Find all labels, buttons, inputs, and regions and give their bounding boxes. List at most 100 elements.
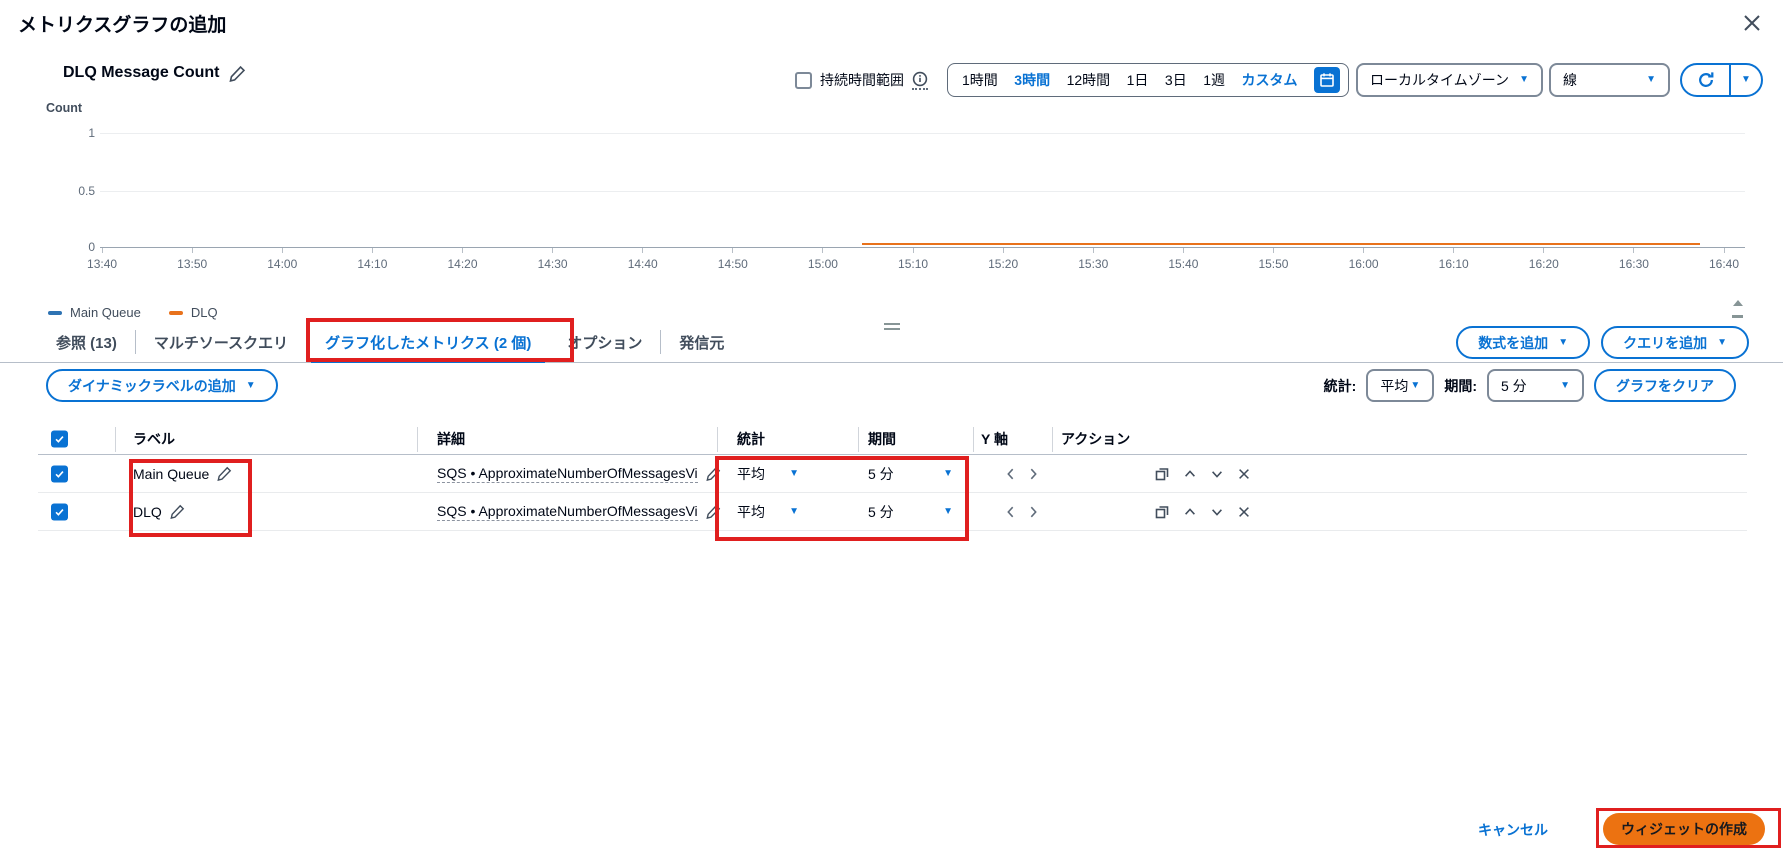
edit-details-icon[interactable] xyxy=(706,466,721,481)
row-statistic-select[interactable]: 平均 ▼ xyxy=(737,464,799,484)
period-label: 期間: xyxy=(1444,377,1477,394)
legend-label: DLQ xyxy=(190,305,218,320)
tab-graphed-metrics[interactable]: グラフ化したメトリクス (2 個) xyxy=(307,322,549,363)
caret-down-icon: ▼ xyxy=(245,379,256,391)
edit-graph-title-icon[interactable] xyxy=(229,65,246,82)
metrics-chart: Count 1 0.5 0 13:40 13:50 14:00 14:10 14:20 1… xyxy=(0,96,1783,286)
remove-icon[interactable] xyxy=(1237,505,1251,519)
legend-swatch-orange xyxy=(168,310,183,315)
y-tick-label: 0.5 xyxy=(78,184,95,198)
caret-down-icon: ▼ xyxy=(789,467,799,479)
tab-browse[interactable]: 参照 (13) xyxy=(38,322,135,362)
column-divider xyxy=(115,427,116,452)
query-actions: 数式を追加 ▼ クエリを追加 ▼ xyxy=(1456,326,1749,359)
add-dynamic-label-button[interactable]: ダイナミックラベルの追加 ▼ xyxy=(46,369,278,402)
graph-title: DLQ Message Count xyxy=(63,64,220,81)
row-period-select[interactable]: 5 分 ▼ xyxy=(868,464,953,484)
create-widget-button[interactable]: ウィジェットの作成 xyxy=(1603,813,1765,845)
legend-item-main-queue[interactable]: Main Queue xyxy=(48,305,141,320)
column-divider xyxy=(417,427,418,452)
caret-down-icon: ▼ xyxy=(1410,379,1421,391)
move-down-icon[interactable] xyxy=(1210,467,1224,481)
row-actions xyxy=(1154,466,1251,482)
move-down-icon[interactable] xyxy=(1210,505,1224,519)
col-header-details: 詳細 xyxy=(437,431,465,447)
add-metrics-graph-modal: メトリクスグラフの追加 DLQ Message Count 持続時間範囲 1時間… xyxy=(0,0,1783,849)
tab-source[interactable]: 発信元 xyxy=(661,322,742,362)
column-divider xyxy=(973,427,974,452)
y-axis-right-icon[interactable] xyxy=(1027,505,1040,519)
time-range-segmented-control: 1時間 3時間 12時間 1日 3日 1週 カスタム xyxy=(947,63,1349,97)
time-range-custom[interactable]: カスタム xyxy=(1241,70,1297,90)
time-range-1d[interactable]: 1日 xyxy=(1127,70,1149,90)
metric-details-text[interactable]: SQS • ApproximateNumberOfMessagesVi xyxy=(437,465,698,483)
duplicate-icon[interactable] xyxy=(1154,504,1170,520)
duplicate-icon[interactable] xyxy=(1154,466,1170,482)
move-up-icon[interactable] xyxy=(1183,467,1197,481)
gridline xyxy=(100,133,1745,134)
calendar-icon[interactable] xyxy=(1313,67,1340,93)
time-range-1h[interactable]: 1時間 xyxy=(962,70,998,90)
column-divider xyxy=(1052,427,1053,452)
col-header-period: 期間 xyxy=(868,431,896,447)
legend-swatch-blue xyxy=(48,310,62,315)
legend-label: Main Queue xyxy=(70,305,141,320)
y-axis-left-icon[interactable] xyxy=(1004,505,1017,519)
duration-range-checkbox[interactable] xyxy=(795,71,812,89)
metric-label-cell: Main Queue xyxy=(133,466,232,482)
cancel-button[interactable]: キャンセル xyxy=(1478,820,1548,840)
row-checkbox[interactable] xyxy=(51,503,68,520)
column-divider xyxy=(717,427,718,452)
time-range-3d[interactable]: 3日 xyxy=(1165,70,1187,90)
scroll-up-icon[interactable] xyxy=(1732,295,1744,306)
caret-down-icon: ▼ xyxy=(1717,336,1727,348)
clear-graph-button[interactable]: グラフをクリア xyxy=(1594,369,1736,402)
statistic-select[interactable]: 平均 ▼ xyxy=(1366,369,1435,402)
y-axis-title: Count xyxy=(46,101,83,115)
caret-down-icon: ▼ xyxy=(1519,74,1529,85)
time-range-1w[interactable]: 1週 xyxy=(1203,70,1225,90)
timezone-value: ローカルタイムゾーン xyxy=(1370,72,1510,88)
table-row-dlq: DLQ SQS • ApproximateNumberOfMessagesVi … xyxy=(38,493,1747,531)
table-header: ラベル 詳細 統計 期間 Y 軸 アクション xyxy=(38,424,1747,455)
y-axis-right-icon[interactable] xyxy=(1027,467,1040,481)
legend-item-dlq[interactable]: DLQ xyxy=(168,305,218,320)
edit-label-icon[interactable] xyxy=(217,466,232,481)
refresh-options-caret[interactable]: ▼ xyxy=(1731,65,1761,95)
info-icon[interactable] xyxy=(912,71,928,90)
time-range-3h[interactable]: 3時間 xyxy=(1014,70,1050,90)
edit-details-icon[interactable] xyxy=(706,504,721,519)
period-select[interactable]: 5 分 ▼ xyxy=(1487,369,1584,402)
metric-details-cell: SQS • ApproximateNumberOfMessagesVi xyxy=(437,503,721,521)
edit-label-icon[interactable] xyxy=(170,504,185,519)
table-row-main-queue: Main Queue SQS • ApproximateNumberOfMess… xyxy=(38,455,1747,493)
caret-down-icon: ▼ xyxy=(1646,74,1656,85)
metric-details-text[interactable]: SQS • ApproximateNumberOfMessagesVi xyxy=(437,503,698,521)
add-query-button[interactable]: クエリを追加 ▼ xyxy=(1601,326,1749,359)
row-statistic-select[interactable]: 平均 ▼ xyxy=(737,502,799,522)
row-checkbox[interactable] xyxy=(51,465,68,482)
tab-options[interactable]: オプション xyxy=(549,322,660,362)
caret-down-icon: ▼ xyxy=(1560,379,1570,391)
tab-multi-source-query[interactable]: マルチソースクエリ xyxy=(136,322,306,362)
graph-title-row: DLQ Message Count xyxy=(63,64,246,82)
row-period-select[interactable]: 5 分 ▼ xyxy=(868,502,953,522)
dlq-series-line xyxy=(862,243,1700,245)
row-actions xyxy=(1154,504,1251,520)
graph-style-select[interactable]: 線 ▼ xyxy=(1549,63,1670,97)
add-math-button[interactable]: 数式を追加 ▼ xyxy=(1456,326,1591,359)
select-all-checkbox[interactable] xyxy=(51,430,68,448)
y-axis-left-icon[interactable] xyxy=(1004,467,1017,481)
scrollbar-thumb[interactable] xyxy=(1732,315,1743,318)
col-header-label: ラベル xyxy=(133,431,175,447)
refresh-icon[interactable] xyxy=(1682,65,1731,95)
move-up-icon[interactable] xyxy=(1183,505,1197,519)
column-divider xyxy=(858,427,859,452)
metric-label-cell: DLQ xyxy=(133,504,185,520)
timezone-select[interactable]: ローカルタイムゾーン ▼ xyxy=(1356,63,1543,97)
remove-icon[interactable] xyxy=(1237,467,1251,481)
time-range-12h[interactable]: 12時間 xyxy=(1067,70,1111,90)
close-icon[interactable] xyxy=(1740,11,1764,35)
caret-down-icon: ▼ xyxy=(1558,336,1569,348)
metric-details-cell: SQS • ApproximateNumberOfMessagesVi xyxy=(437,465,721,483)
